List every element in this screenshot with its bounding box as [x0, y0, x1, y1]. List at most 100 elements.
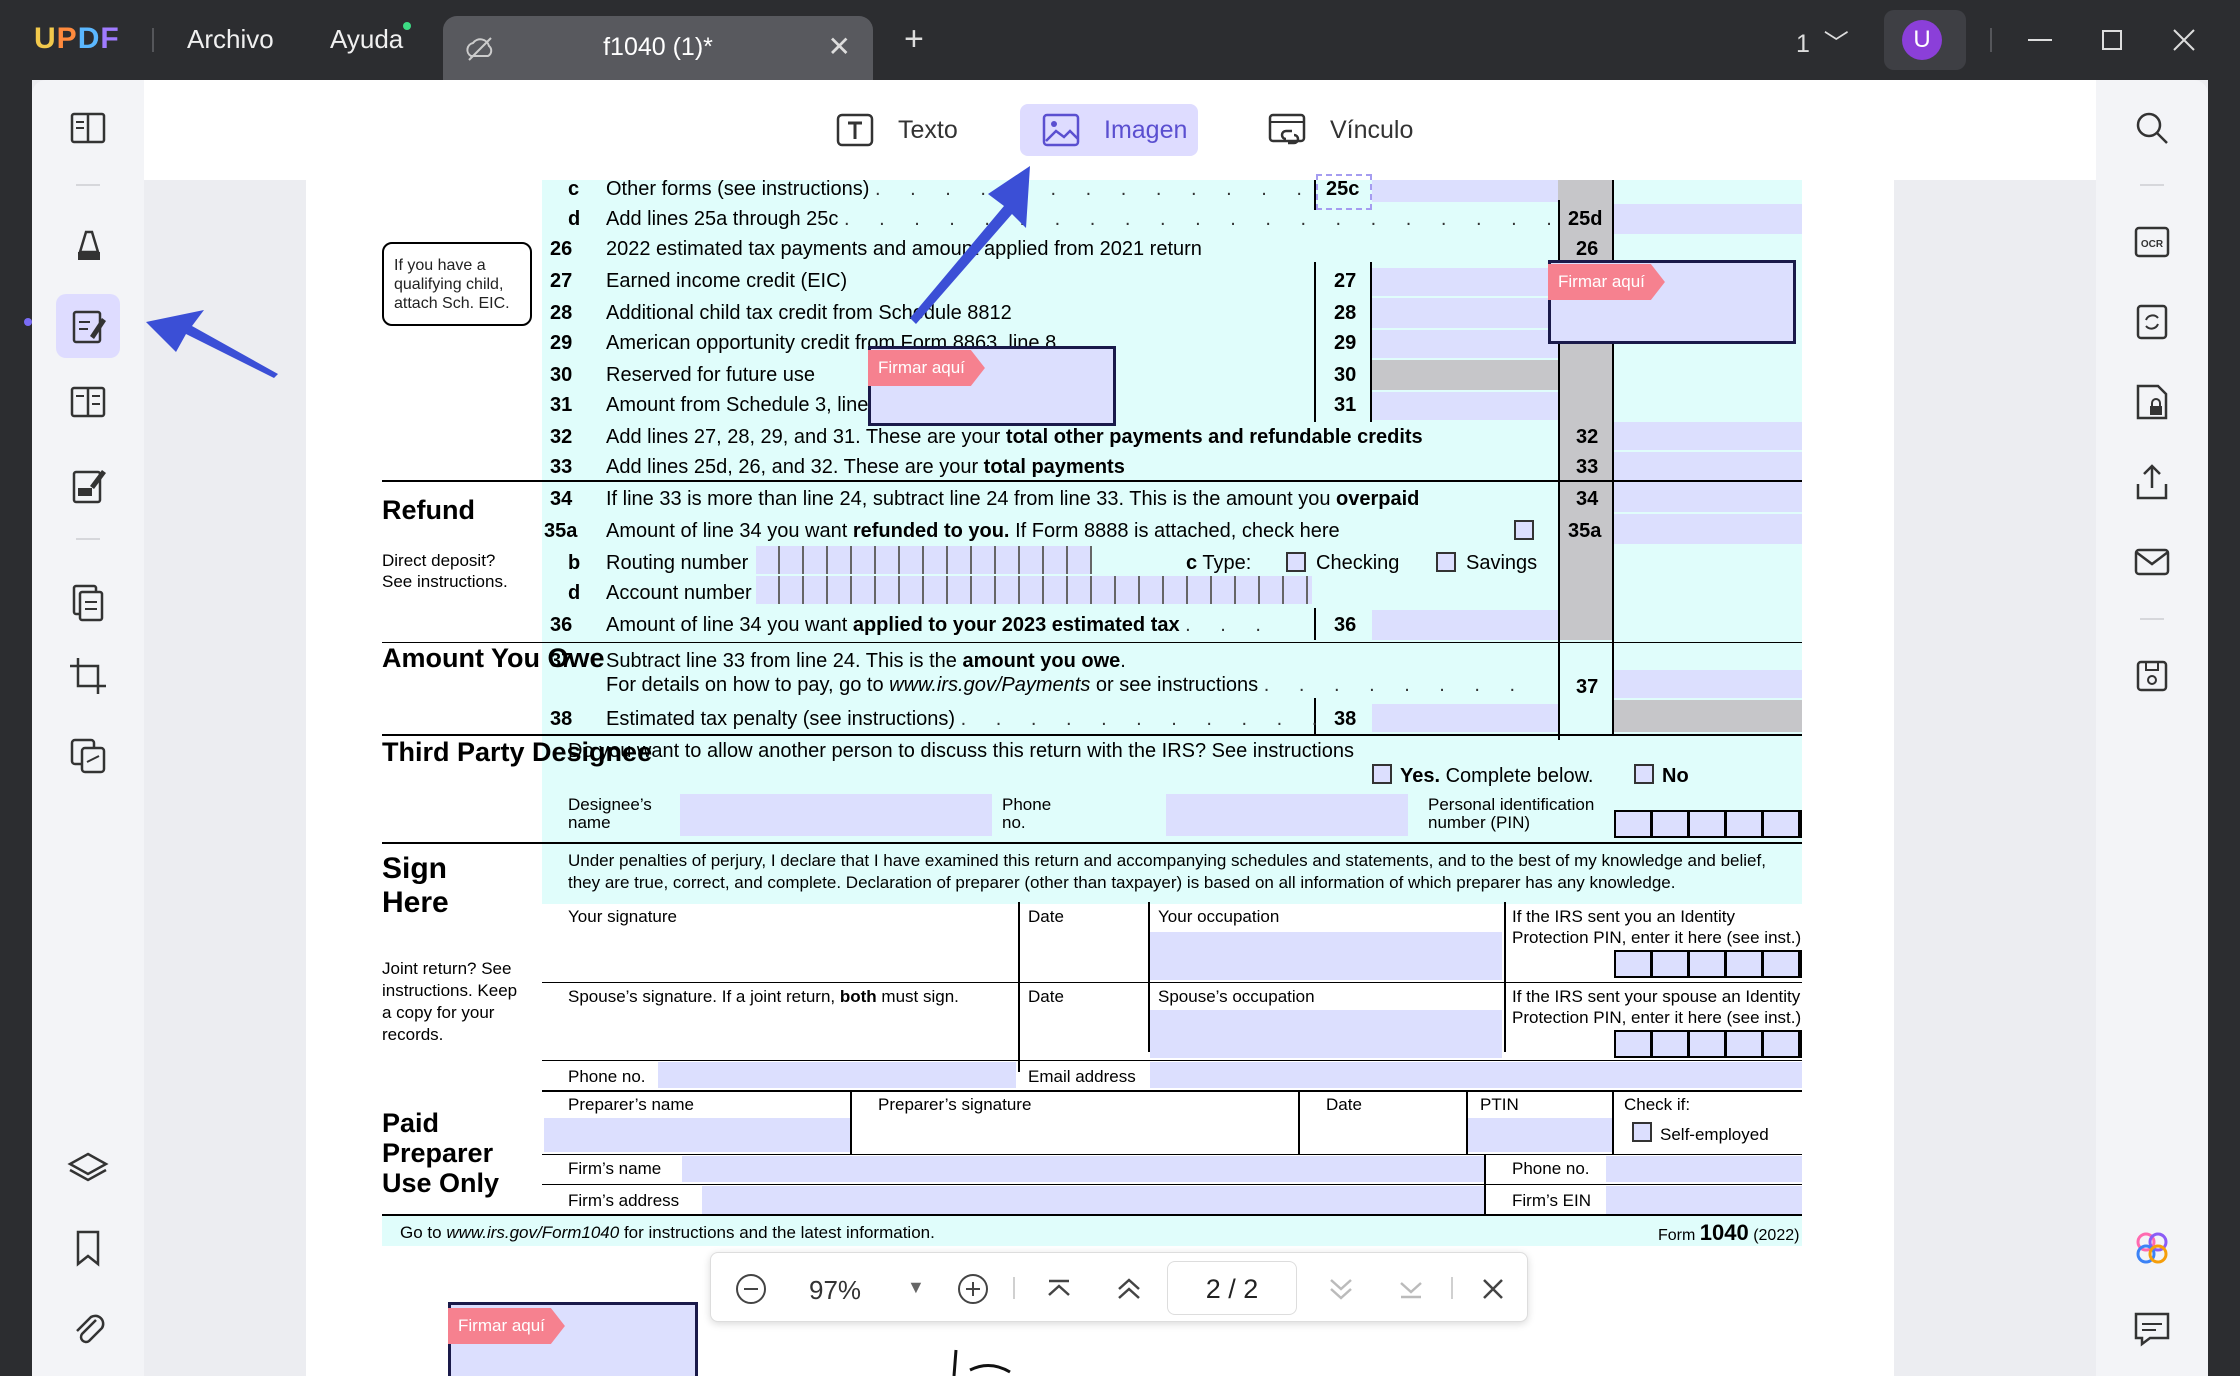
form-url[interactable]: www.irs.gov/Form1040: [446, 1223, 619, 1242]
link-tool-button[interactable]: Vínculo: [1266, 104, 1413, 156]
updf-logo[interactable]: UPDF: [34, 22, 120, 56]
sign-here-tag[interactable]: Firmar aquí: [868, 350, 985, 386]
menu-ayuda[interactable]: Ayuda: [330, 24, 403, 55]
routing-number-field[interactable]: [756, 546, 1092, 574]
protect-icon[interactable]: [2124, 374, 2180, 430]
first-page-icon[interactable]: [1041, 1271, 1077, 1307]
new-tab-icon[interactable]: +: [904, 22, 924, 56]
zoom-in-icon[interactable]: [955, 1271, 991, 1307]
phone-field[interactable]: [658, 1062, 1016, 1088]
organize-pages-icon[interactable]: [60, 374, 116, 430]
field-28[interactable]: [1372, 298, 1558, 328]
your-occupation-field[interactable]: [1150, 932, 1502, 980]
field-31[interactable]: [1372, 392, 1558, 420]
handwriting-mark: [952, 1349, 1011, 1376]
convert-icon[interactable]: [2124, 294, 2180, 350]
avatar[interactable]: U: [1902, 20, 1942, 60]
save-icon[interactable]: [2124, 648, 2180, 704]
sign-here-tag[interactable]: Firmar aquí: [1548, 264, 1665, 300]
form8888-checkbox[interactable]: [1514, 520, 1534, 540]
maximize-icon[interactable]: [2092, 20, 2132, 60]
field-36[interactable]: [1372, 610, 1558, 640]
text-tool-button[interactable]: Texto: [834, 104, 958, 156]
page-tools-icon[interactable]: [60, 574, 116, 630]
firm-name-field[interactable]: [682, 1156, 1484, 1182]
divider: [1013, 1277, 1015, 1299]
firm-ein-field[interactable]: [1606, 1186, 1802, 1214]
self-employed-checkbox[interactable]: [1632, 1122, 1652, 1142]
payment-details: For details on how to pay, go to www.irs…: [606, 674, 1528, 696]
rule: [1298, 1092, 1300, 1154]
image-tool-button[interactable]: Imagen: [1040, 104, 1187, 156]
line-text: Amount of line 34 you want refunded to y…: [606, 520, 1340, 543]
ai-assistant-icon[interactable]: [2124, 1220, 2180, 1276]
field-27[interactable]: [1372, 268, 1558, 296]
reader-icon[interactable]: [60, 100, 116, 156]
menu-archivo[interactable]: Archivo: [187, 24, 274, 55]
designee-phone-field[interactable]: [1166, 794, 1408, 836]
page-number-input[interactable]: 2 / 2: [1167, 1261, 1297, 1315]
minimize-icon[interactable]: [2020, 20, 2060, 60]
zoom-dropdown-icon[interactable]: ▼: [907, 1277, 925, 1298]
highlighter-icon[interactable]: [60, 218, 116, 274]
spouse-pin-label: If the IRS sent your spouse an Identity …: [1512, 987, 1802, 1027]
preparer-name-field[interactable]: [544, 1118, 850, 1152]
bookmark-icon[interactable]: [60, 1220, 116, 1276]
account-number-field[interactable]: [756, 576, 1312, 604]
crop-icon[interactable]: [60, 648, 116, 704]
spouse-occupation-field[interactable]: [1150, 1010, 1502, 1058]
payments-url[interactable]: www.irs.gov/Payments: [889, 674, 1090, 696]
designee-name-field[interactable]: [680, 794, 992, 836]
rule: [1018, 902, 1020, 1072]
designee-yes-checkbox[interactable]: [1372, 764, 1392, 784]
next-page-icon[interactable]: [1323, 1271, 1359, 1307]
edit-pdf-icon[interactable]: [60, 298, 116, 354]
designee-pin-field[interactable]: [1614, 810, 1802, 838]
window-selector[interactable]: 1 ﹀: [1796, 24, 1849, 60]
previous-page-icon[interactable]: [1111, 1271, 1147, 1307]
search-icon[interactable]: [2124, 100, 2180, 156]
close-navigation-icon[interactable]: [1475, 1271, 1511, 1307]
form-fill-icon[interactable]: [60, 458, 116, 514]
firm-phone-field[interactable]: [1606, 1156, 1802, 1182]
checking-checkbox[interactable]: [1286, 552, 1306, 572]
spouse-sig-post: must sign.: [881, 987, 959, 1006]
form-label: Form: [1658, 1227, 1696, 1244]
field-33[interactable]: [1614, 452, 1802, 480]
line-text: Reserved for future use: [606, 364, 815, 386]
line-number: d: [568, 208, 581, 230]
zoom-level[interactable]: 97%: [809, 1275, 861, 1306]
savings-checkbox[interactable]: [1436, 552, 1456, 572]
field-25d[interactable]: [1614, 204, 1802, 234]
designee-yes-label: Yes. Complete below.: [1400, 765, 1593, 788]
ip-pin-field[interactable]: [1614, 950, 1802, 978]
email-icon[interactable]: [2124, 534, 2180, 590]
share-icon[interactable]: [2124, 454, 2180, 510]
ocr-icon[interactable]: OCR: [2124, 214, 2180, 270]
field-35a[interactable]: [1614, 514, 1802, 544]
spouse-pin-field[interactable]: [1614, 1030, 1802, 1058]
field-38[interactable]: [1372, 704, 1558, 732]
field-25c[interactable]: [1372, 180, 1558, 202]
line-number: 34: [550, 488, 573, 510]
layers-icon[interactable]: [60, 1140, 116, 1196]
line-number: 31: [550, 394, 573, 416]
close-window-icon[interactable]: [2164, 20, 2204, 60]
designee-no-checkbox[interactable]: [1634, 764, 1654, 784]
email-field[interactable]: [1150, 1062, 1802, 1088]
ptin-field[interactable]: [1468, 1118, 1612, 1152]
field-37[interactable]: [1614, 670, 1802, 698]
firm-address-field[interactable]: [702, 1186, 1484, 1214]
rule: [1484, 1154, 1486, 1216]
attachment-icon[interactable]: [60, 1300, 116, 1356]
zoom-out-icon[interactable]: [733, 1271, 769, 1307]
field-32[interactable]: [1614, 422, 1802, 450]
field-29[interactable]: [1372, 330, 1558, 358]
document-tab[interactable]: f1040 (1)* ✕: [443, 16, 873, 80]
tab-close-icon[interactable]: ✕: [828, 30, 851, 63]
compare-icon[interactable]: [60, 728, 116, 784]
field-34[interactable]: [1614, 482, 1802, 512]
comments-icon[interactable]: [2124, 1300, 2180, 1356]
sign-here-tag[interactable]: Firmar aquí: [448, 1308, 565, 1344]
last-page-icon[interactable]: [1393, 1271, 1429, 1307]
